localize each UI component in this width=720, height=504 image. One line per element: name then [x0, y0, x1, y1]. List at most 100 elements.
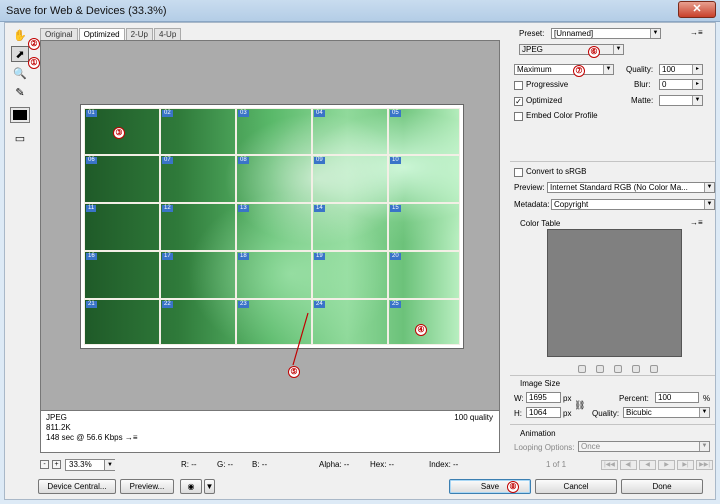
color-table-actions [578, 365, 668, 373]
image-slice[interactable]: 18 [236, 251, 312, 299]
device-central-button[interactable]: Device Central... [38, 479, 116, 494]
tab-original[interactable]: Original [40, 28, 78, 40]
image-slice[interactable]: 17 [160, 251, 236, 299]
image-slice[interactable]: 20 [388, 251, 460, 299]
chevron-down-icon: ▼ [699, 442, 709, 451]
play-icon[interactable]: ▶ [658, 460, 675, 470]
hand-tool-icon[interactable]: ✋ [11, 27, 29, 43]
chevron-down-icon: ▼ [603, 65, 613, 74]
image-slice[interactable]: 05 [388, 108, 460, 155]
last-frame-icon[interactable]: ▶▶| [696, 460, 713, 470]
preview-image[interactable]: 01 02 03 04 05 06 07 08 09 10 11 12 13 14 15 16 17 18 19 20… [81, 105, 463, 348]
toggle-slices-icon[interactable]: ▭ [11, 130, 29, 146]
tab-optimized[interactable]: Optimized [78, 28, 125, 40]
image-slice[interactable]: 12 [160, 203, 236, 251]
first-frame-icon[interactable]: |◀◀ [601, 460, 618, 470]
percent-input[interactable]: 100 [655, 392, 699, 403]
progressive-checkbox[interactable] [514, 81, 523, 90]
slice-select-tool-icon[interactable]: ⬈ [11, 46, 29, 62]
metadata-select[interactable]: Copyright ▼ [551, 199, 715, 210]
chevron-down-icon[interactable]: ▼ [204, 479, 215, 494]
matte-label: Matte: [631, 96, 654, 105]
panel-menu-icon[interactable]: →≡ [690, 28, 703, 38]
chevron-down-icon: ▼ [692, 96, 702, 105]
close-button[interactable]: ✕ [678, 1, 716, 18]
slice-number-badge: 16 [86, 253, 97, 260]
convert-srgb-checkbox[interactable] [514, 168, 523, 177]
annotation-marker: ⑥ [588, 46, 600, 58]
browser-icon[interactable]: ◉ [180, 479, 202, 494]
looping-select[interactable]: Once ▼ [578, 441, 710, 452]
blur-input[interactable]: 0 ▸ [659, 79, 703, 90]
percent-label: Percent: [619, 394, 649, 403]
format-select[interactable]: JPEG ▼ [519, 44, 624, 55]
trash-icon[interactable] [650, 365, 658, 373]
image-slice[interactable]: 15 [388, 203, 460, 251]
image-slice[interactable]: 21 [84, 299, 160, 345]
zoom-in-button[interactable]: + [52, 460, 61, 469]
image-slice[interactable]: 13 [236, 203, 312, 251]
lock-icon[interactable] [614, 365, 622, 373]
image-slice[interactable]: 14 [312, 203, 388, 251]
readout-hex: Hex: -- [370, 460, 394, 469]
rewind-icon[interactable]: ◀ [639, 460, 656, 470]
preview-select[interactable]: Internet Standard RGB (No Color Ma... ▼ [547, 182, 715, 193]
slice-number-badge: 06 [86, 157, 97, 164]
color-table[interactable] [547, 229, 682, 357]
chevron-right-icon: ▸ [692, 80, 702, 89]
slice-number-badge: 20 [390, 253, 401, 260]
image-slice[interactable]: 25 [388, 299, 460, 345]
view-tabs: Original Optimized 2-Up 4-Up [40, 28, 182, 40]
preview-button[interactable]: Preview... [120, 479, 174, 494]
image-slice[interactable]: 11 [84, 203, 160, 251]
image-slice[interactable]: 03 [236, 108, 312, 155]
optimized-checkbox[interactable]: ✓ [514, 97, 523, 106]
resample-quality-select[interactable]: Bicubic ▼ [623, 407, 710, 418]
width-input[interactable]: 1695 [526, 392, 561, 403]
image-slice[interactable]: 22 [160, 299, 236, 345]
image-slice[interactable]: 24 [312, 299, 388, 345]
preview-canvas[interactable]: 01 02 03 04 05 06 07 08 09 10 11 12 13 14 15 16 17 18 19 20… [40, 40, 500, 411]
chevron-down-icon[interactable]: ▼ [104, 460, 115, 470]
chain-link-icon[interactable]: ⛓ [574, 400, 585, 410]
quality-input[interactable]: 100 ▸ [659, 64, 703, 75]
height-input[interactable]: 1064 [526, 407, 561, 418]
image-slice[interactable]: 16 [84, 251, 160, 299]
image-slice[interactable]: 08 [236, 155, 312, 203]
width-unit: px [563, 394, 572, 403]
tab-4-up[interactable]: 4-Up [153, 28, 182, 40]
height-label: H: [514, 409, 522, 418]
image-slice[interactable]: 06 [84, 155, 160, 203]
annotation-marker: ④ [415, 324, 427, 336]
slice-grid: 01 02 03 04 05 06 07 08 09 10 11 12 13 14 15 16 17 18 19 20… [84, 108, 460, 345]
image-size-label: Image Size [520, 379, 561, 388]
eyedropper-tool-icon[interactable]: ✎ [11, 84, 29, 100]
slice-number-badge: 05 [390, 110, 401, 117]
image-slice[interactable]: 10 [388, 155, 460, 203]
image-slice[interactable]: 19 [312, 251, 388, 299]
image-slice[interactable]: 04 [312, 108, 388, 155]
preset-select[interactable]: [Unnamed] ▼ [551, 28, 661, 39]
zoom-tool-icon[interactable]: 🔍 [11, 65, 29, 81]
tab-2-up[interactable]: 2-Up [125, 28, 153, 40]
eyedropper-color-swatch[interactable] [10, 107, 30, 123]
speed-menu-icon[interactable]: →≡ [125, 433, 138, 442]
metadata-label: Metadata: [514, 200, 550, 209]
matte-select[interactable]: ▼ [659, 95, 703, 106]
optimized-label: Optimized [526, 96, 563, 105]
map-color-icon[interactable] [578, 365, 586, 373]
color-table-menu-icon[interactable]: →≡ [690, 218, 703, 228]
image-slice[interactable]: 09 [312, 155, 388, 203]
chevron-down-icon: ▼ [699, 408, 709, 417]
chevron-down-icon: ▼ [704, 183, 714, 192]
embed-color-profile-checkbox[interactable] [514, 112, 523, 121]
compression-select[interactable]: Maximum ▼ [514, 64, 614, 75]
new-color-icon[interactable] [632, 365, 640, 373]
image-slice[interactable]: 07 [160, 155, 236, 203]
slice-number-badge: 11 [86, 205, 97, 212]
image-slice[interactable]: 02 [160, 108, 236, 155]
zoom-out-button[interactable]: - [40, 460, 49, 469]
web-snap-icon[interactable] [596, 365, 604, 373]
next-frame-icon[interactable]: ▶| [677, 460, 694, 470]
previous-frame-icon[interactable]: ◀| [620, 460, 637, 470]
